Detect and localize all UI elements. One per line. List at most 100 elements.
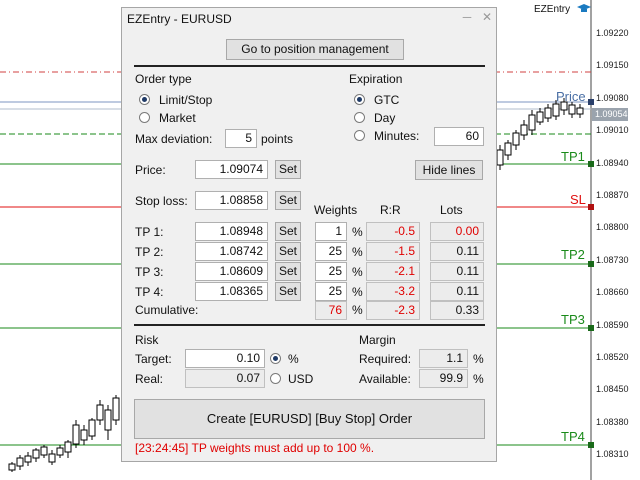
close-icon[interactable]: ✕ (481, 11, 493, 24)
risk-heading: Risk (135, 333, 159, 347)
weights-header: Weights (314, 203, 358, 217)
price-tick-label: 1.09220 (596, 28, 629, 38)
candle-body (568, 104, 576, 115)
risk-real-value: 0.07 (185, 369, 265, 388)
market-radio[interactable] (139, 112, 150, 123)
rr-header: R:R (380, 203, 401, 217)
minimize-icon[interactable]: ─ (461, 11, 473, 24)
tp1-label: TP 1: (135, 225, 164, 239)
window-title: EZEntry - EURUSD (127, 12, 232, 26)
risk-percent-label: % (288, 352, 299, 366)
tp1-line-label: TP1 (561, 149, 585, 164)
candle-body (80, 429, 88, 441)
market-label: Market (159, 111, 196, 125)
lots-header: Lots (440, 203, 463, 217)
price-tick-label: 1.08660 (596, 287, 629, 298)
stop-loss-set-button[interactable]: Set (275, 191, 301, 210)
tp2-line-label: TP2 (561, 247, 585, 262)
risk-target-label: Target: (135, 352, 172, 366)
minutes-label: Minutes: (374, 129, 420, 143)
sl-line-label: SL (570, 192, 586, 207)
price-line-label: Price (556, 89, 586, 104)
separator (134, 65, 485, 67)
limit-stop-radio[interactable] (139, 94, 150, 105)
brand-label: EZEntry (534, 4, 571, 15)
minutes-input[interactable]: 60 (434, 127, 484, 146)
cumulative-pct: % (352, 303, 363, 317)
margin-required-label: Required: (359, 352, 412, 366)
expiration-heading: Expiration (349, 72, 403, 86)
tp3-set-button[interactable]: Set (275, 262, 301, 281)
tp2-input[interactable]: 1.08742 (195, 242, 268, 261)
tp1-set-button[interactable]: Set (275, 222, 301, 241)
sl-marker (588, 204, 594, 210)
risk-usd-radio[interactable] (270, 373, 281, 384)
tp4-label: TP 4: (135, 285, 164, 299)
price-set-button[interactable]: Set (275, 160, 301, 179)
tp1-weight-input[interactable]: 1 (315, 222, 347, 241)
price-tick-label: 1.08520 (596, 352, 629, 362)
tp2-lots: 0.11 (430, 242, 484, 261)
tp3-rr: -2.1 (366, 262, 420, 281)
candle-body (16, 457, 24, 467)
risk-target-input[interactable]: 0.10 (185, 349, 265, 368)
risk-percent-radio[interactable] (270, 353, 281, 364)
margin-available-value: 99.9 (419, 369, 468, 388)
candle-body (512, 132, 520, 146)
tp2-weight-input[interactable]: 25 (315, 242, 347, 261)
tp1-lots: 0.00 (430, 222, 484, 241)
candle-body (48, 453, 56, 463)
max-deviation-input[interactable]: 5 (225, 129, 257, 148)
candle-body (544, 107, 552, 119)
tp3-input[interactable]: 1.08609 (195, 262, 268, 281)
risk-usd-label: USD (288, 372, 314, 386)
candle-body (496, 149, 504, 166)
price-tick-label: 1.09010 (596, 125, 629, 136)
points-label: points (261, 132, 294, 146)
tp1-input[interactable]: 1.08948 (195, 222, 268, 241)
gtc-radio[interactable] (354, 94, 365, 105)
order-type-heading: Order type (135, 72, 192, 86)
candle-body (504, 142, 512, 156)
tp3-weight-input[interactable]: 25 (315, 262, 347, 281)
stop-loss-input[interactable]: 1.08858 (195, 191, 268, 210)
candle-body (96, 404, 104, 421)
tp2-weight-pct: % (352, 245, 363, 259)
tp2-set-button[interactable]: Set (275, 242, 301, 261)
price-tick-label: 1.08800 (596, 222, 629, 233)
margin-required-pct: % (473, 352, 484, 366)
gtc-label: GTC (374, 93, 400, 107)
price-tick-label: 1.09080 (596, 92, 629, 103)
price-tick-label: 1.08310 (596, 449, 629, 460)
minutes-radio[interactable] (354, 130, 365, 141)
candle-body (32, 449, 40, 459)
price-tick-label: 1.09150 (596, 60, 629, 71)
tp1-marker (588, 161, 594, 167)
price-input[interactable]: 1.09074 (195, 160, 268, 179)
margin-heading: Margin (359, 333, 396, 347)
current-price-tag: 1.09054 (592, 108, 628, 121)
candle-body (8, 463, 16, 471)
tp2-rr: -1.5 (366, 242, 420, 261)
candle-body (40, 446, 48, 456)
hide-lines-button[interactable]: Hide lines (415, 160, 483, 180)
ezentry-panel: EZEntry - EURUSD ─ ✕ Go to position mana… (121, 7, 497, 462)
tp4-lots: 0.11 (430, 282, 484, 301)
status-message: [23:24:45] TP weights must add up to 100… (135, 441, 375, 455)
candle-body (72, 424, 80, 445)
cumulative-weight: 76 (315, 301, 347, 320)
create-order-button[interactable]: Create [EURUSD] [Buy Stop] Order (134, 399, 485, 439)
tp4-set-button[interactable]: Set (275, 282, 301, 301)
position-management-button[interactable]: Go to position management (226, 39, 404, 60)
tp3-weight-pct: % (352, 265, 363, 279)
price-tick-label: 1.08380 (596, 416, 629, 427)
stop-loss-label: Stop loss: (135, 194, 188, 208)
graduation-cap-icon (577, 4, 591, 12)
tp4-input[interactable]: 1.08365 (195, 282, 268, 301)
tp4-weight-input[interactable]: 25 (315, 282, 347, 301)
title-bar[interactable]: EZEntry - EURUSD ─ ✕ (122, 8, 496, 29)
tp2-label: TP 2: (135, 245, 164, 259)
tp3-label: TP 3: (135, 265, 164, 279)
day-radio[interactable] (354, 112, 365, 123)
margin-required-value: 1.1 (419, 349, 468, 368)
